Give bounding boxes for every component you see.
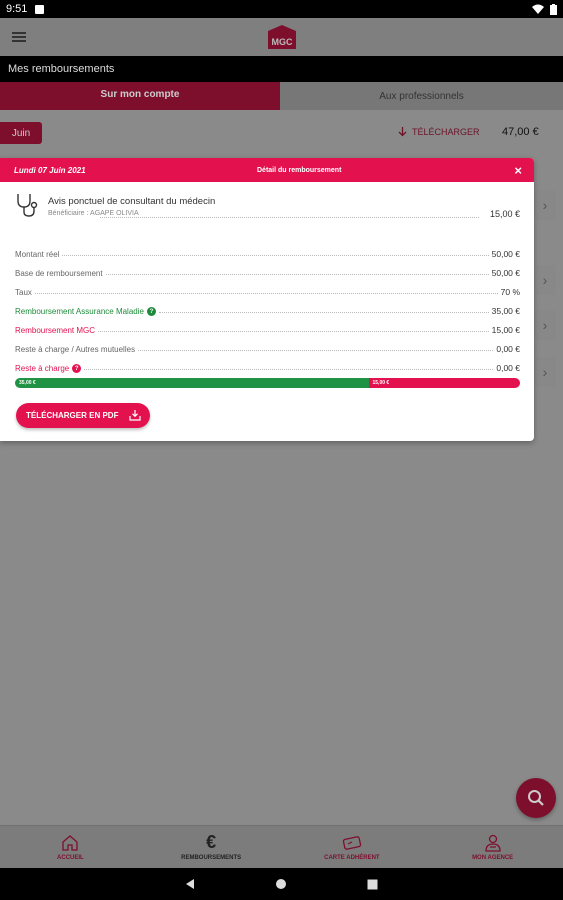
back-icon[interactable] bbox=[185, 878, 195, 890]
detail-row: Taux 70 % bbox=[15, 278, 520, 297]
home-button-icon[interactable] bbox=[275, 878, 287, 890]
detail-row: Reste à charge ? 0,00 € bbox=[15, 354, 520, 373]
recents-icon[interactable] bbox=[367, 879, 378, 890]
divider bbox=[100, 217, 479, 218]
detail-row: Reste à charge / Autres mutuelles 0,00 € bbox=[15, 335, 520, 354]
app-bar: MGC bbox=[0, 18, 563, 56]
tab-my-account[interactable]: Sur mon compte bbox=[0, 82, 280, 110]
row-label-wrap: Remboursement Assurance Maladie ? bbox=[15, 307, 156, 316]
chevron-right-icon[interactable]: › bbox=[534, 310, 556, 340]
nav-member-card[interactable]: CARTE ADHÉRENT bbox=[282, 826, 423, 868]
modal-title: Détail du remboursement bbox=[257, 166, 342, 174]
search-button[interactable] bbox=[516, 778, 556, 818]
chevron-right-icon[interactable]: › bbox=[534, 357, 556, 387]
nav-agency-label: MON AGENCE bbox=[472, 854, 514, 861]
svg-text:MGC: MGC bbox=[272, 37, 293, 47]
act-summary: Avis ponctuel de consultant du médecin B… bbox=[0, 182, 534, 222]
battery-icon bbox=[550, 3, 557, 15]
month-row: Juin TÉLÉCHARGER 47,00 € bbox=[0, 122, 563, 146]
bar-segment-mgc: 15,00 € bbox=[368, 378, 520, 388]
home-icon bbox=[62, 835, 79, 851]
tab-bar: Sur mon compte Aux professionnels bbox=[0, 82, 563, 110]
row-label: Taux bbox=[15, 288, 32, 297]
download-link[interactable]: TÉLÉCHARGER bbox=[398, 127, 480, 137]
euro-icon: € bbox=[206, 832, 217, 852]
row-value: 35,00 € bbox=[491, 306, 520, 316]
status-bar: 9:51 bbox=[0, 0, 563, 18]
section-title-bar: Mes remboursements bbox=[0, 56, 563, 82]
row-value: 70 % bbox=[500, 287, 520, 297]
row-value: 0,00 € bbox=[496, 344, 520, 354]
download-arrow-icon bbox=[398, 127, 407, 137]
beneficiary: Bénéficiaire : AGAPE OLIVIA bbox=[48, 210, 139, 217]
page-title: Mes remboursements bbox=[8, 63, 115, 75]
reimbursement-split-bar: 35,00 € 15,00 € bbox=[15, 378, 520, 388]
nav-reimbursements-label: REMBOURSEMENTS bbox=[181, 854, 242, 861]
row-label: Base de remboursement bbox=[15, 269, 103, 278]
act-amount: 15,00 € bbox=[489, 209, 520, 219]
chevron-right-icon[interactable]: › bbox=[534, 265, 556, 295]
wifi-icon bbox=[532, 4, 544, 14]
reimbursement-detail-modal: Lundi 07 Juin 2021 Détail du rembourseme… bbox=[0, 158, 534, 441]
system-navigation-bar bbox=[0, 868, 563, 900]
nav-home[interactable]: ACCUEIL bbox=[0, 826, 141, 868]
modal-date: Lundi 07 Juin 2021 bbox=[14, 165, 86, 175]
row-label: Remboursement Assurance Maladie bbox=[15, 307, 144, 316]
nav-reimbursements[interactable]: € REMBOURSEMENTS bbox=[141, 826, 282, 868]
nav-home-label: ACCUEIL bbox=[57, 854, 84, 861]
row-label: Montant réel bbox=[15, 250, 60, 259]
nav-member-card-label: CARTE ADHÉRENT bbox=[324, 854, 380, 861]
mgc-logo: MGC bbox=[268, 25, 296, 49]
row-value: 0,00 € bbox=[496, 363, 520, 373]
detail-row: Remboursement Assurance Maladie ? 35,00 … bbox=[15, 297, 520, 316]
menu-icon[interactable] bbox=[12, 32, 26, 42]
row-value: 50,00 € bbox=[491, 268, 520, 278]
detail-row: Remboursement MGC 15,00 € bbox=[15, 316, 520, 335]
card-icon bbox=[342, 835, 362, 850]
agency-icon bbox=[484, 834, 501, 852]
detail-rows: Montant réel 50,00 € Base de rembourseme… bbox=[15, 240, 520, 373]
status-time: 9:51 bbox=[6, 3, 28, 15]
download-pdf-label: TÉLÉCHARGER EN PDF bbox=[26, 411, 119, 420]
close-icon[interactable]: × bbox=[514, 163, 522, 178]
download-icon bbox=[129, 410, 141, 421]
row-label-wrap: Reste à charge ? bbox=[15, 364, 82, 373]
notification-icon bbox=[35, 4, 45, 14]
bottom-navigation: ACCUEIL € REMBOURSEMENTS CARTE ADHÉRENT … bbox=[0, 825, 563, 868]
row-label: Remboursement MGC bbox=[15, 326, 96, 335]
modal-header: Lundi 07 Juin 2021 Détail du rembourseme… bbox=[0, 158, 534, 182]
chevron-right-icon[interactable]: › bbox=[534, 190, 556, 220]
tab-professionals[interactable]: Aux professionnels bbox=[280, 82, 563, 110]
download-pdf-button[interactable]: TÉLÉCHARGER EN PDF bbox=[16, 403, 150, 428]
act-title: Avis ponctuel de consultant du médecin bbox=[48, 196, 216, 207]
help-icon[interactable]: ? bbox=[146, 307, 156, 316]
stethoscope-icon bbox=[17, 194, 38, 217]
help-icon[interactable]: ? bbox=[72, 364, 82, 373]
detail-row: Base de remboursement 50,00 € bbox=[15, 259, 520, 278]
row-label: Reste à charge / Autres mutuelles bbox=[15, 345, 136, 354]
detail-row: Montant réel 50,00 € bbox=[15, 240, 520, 259]
nav-agency[interactable]: MON AGENCE bbox=[422, 826, 563, 868]
row-value: 15,00 € bbox=[491, 325, 520, 335]
month-chip[interactable]: Juin bbox=[0, 122, 42, 144]
download-label: TÉLÉCHARGER bbox=[412, 127, 480, 137]
row-label: Reste à charge bbox=[15, 364, 70, 373]
bar-segment-amo: 35,00 € bbox=[15, 378, 369, 388]
search-icon bbox=[528, 790, 544, 806]
row-value: 50,00 € bbox=[491, 249, 520, 259]
month-total: 47,00 € bbox=[502, 126, 539, 138]
